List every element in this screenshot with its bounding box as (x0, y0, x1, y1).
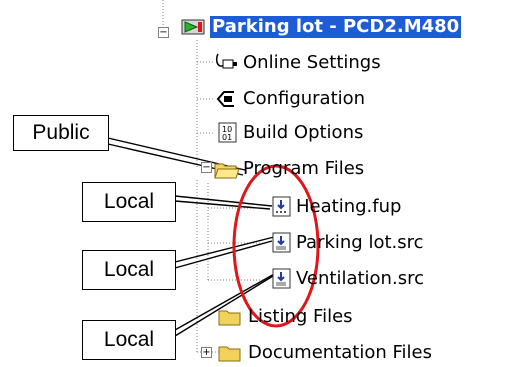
tree-item-ventilation[interactable]: Ventilation.src (296, 268, 424, 290)
fupla-file-icon (272, 196, 292, 218)
folder-icon (218, 307, 242, 327)
tree-root-label[interactable]: Parking lot - PCD2.M480 (210, 16, 462, 38)
online-settings-icon (214, 52, 238, 74)
tree-item-program-files[interactable]: Program Files (243, 158, 364, 180)
tree-item-parking-lot[interactable]: Parking lot.src (296, 232, 424, 254)
tree-item-documentation-files[interactable]: Documentation Files (248, 342, 432, 364)
build-options-icon: 10 01 (218, 122, 238, 144)
folder-icon (218, 343, 242, 363)
collapse-root-icon[interactable]: − (158, 27, 169, 38)
callout-public: Public (13, 115, 109, 151)
source-file-icon (272, 232, 292, 254)
collapse-program-files-icon[interactable]: − (201, 162, 212, 173)
plc-device-icon (181, 16, 207, 38)
callout-local-3: Local (82, 320, 176, 360)
svg-text:01: 01 (222, 133, 232, 142)
folder-open-icon (214, 160, 240, 180)
tree-item-online-settings[interactable]: Online Settings (243, 52, 381, 74)
tree-item-heating[interactable]: Heating.fup (296, 196, 401, 218)
callout-local-2: Local (82, 250, 176, 290)
source-file-icon (272, 268, 292, 290)
configuration-icon (214, 88, 238, 110)
tree-item-build-options[interactable]: Build Options (243, 122, 363, 144)
tree-item-listing-files[interactable]: Listing Files (248, 306, 353, 328)
tree-item-configuration[interactable]: Configuration (243, 88, 365, 110)
expand-documentation-icon[interactable]: + (201, 347, 212, 358)
callout-local-1: Local (82, 182, 176, 222)
